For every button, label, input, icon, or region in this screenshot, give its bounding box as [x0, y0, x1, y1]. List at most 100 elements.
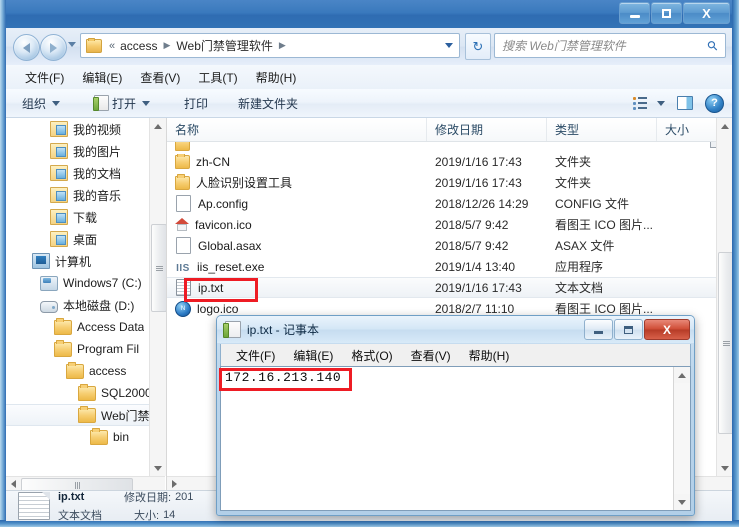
- table-row[interactable]: IIS iis_reset.exe 2019/1/4 13:40 应用程序: [167, 256, 716, 277]
- tree-item-local-disk-d[interactable]: 本地磁盘 (D:): [6, 294, 166, 316]
- menu-edit[interactable]: 编辑(E): [73, 66, 131, 89]
- file-date-cell: 2019/1/16 17:43: [435, 154, 522, 169]
- scroll-down-button[interactable]: [150, 460, 166, 476]
- search-box[interactable]: 搜索 Web门禁管理软件 ⚲: [494, 33, 726, 58]
- column-header-date[interactable]: 修改日期: [427, 118, 547, 141]
- table-row-partial[interactable]: [167, 142, 716, 151]
- menu-view[interactable]: 查看(V): [131, 66, 189, 89]
- notepad-close-button[interactable]: X: [644, 319, 690, 340]
- column-header-type[interactable]: 类型: [547, 118, 657, 141]
- tree-item-access-data[interactable]: Access Data: [6, 316, 166, 338]
- details-text-group: ip.txt 修改日期: 201 文本文档 大小: 14: [58, 489, 193, 521]
- table-row[interactable]: 人脸识别设置工具 2019/1/16 17:43 文件夹: [167, 172, 716, 193]
- tree-item-my-music[interactable]: 我的音乐: [6, 184, 166, 206]
- file-list-scrollbar[interactable]: [716, 118, 732, 476]
- minimize-icon: [629, 14, 640, 18]
- ico-house-icon: [175, 218, 189, 231]
- tree-item-program-files[interactable]: Program Fil: [6, 338, 166, 360]
- folder-icon: [175, 142, 190, 151]
- tree-item-computer[interactable]: 计算机: [6, 250, 166, 272]
- preview-pane-icon[interactable]: [677, 96, 693, 110]
- help-icon[interactable]: ?: [705, 93, 724, 113]
- new-folder-button[interactable]: 新建文件夹: [230, 92, 306, 115]
- table-row[interactable]: Global.asax 2018/5/7 9:42 ASAX 文件: [167, 235, 716, 256]
- tree-item-label: Windows7 (C:): [63, 276, 142, 290]
- file-type-cell: 应用程序: [555, 260, 604, 274]
- details-date-label: 修改日期:: [124, 492, 172, 504]
- back-button[interactable]: [13, 34, 40, 61]
- chevron-down-icon: [52, 100, 61, 106]
- forward-button[interactable]: [40, 34, 67, 61]
- breadcrumb-item-access[interactable]: access: [118, 39, 159, 53]
- notepad-menu-file[interactable]: 文件(F): [227, 345, 284, 366]
- details-size-value: 14: [163, 509, 176, 521]
- file-type-cell: 文本文档: [555, 281, 604, 295]
- notepad-title-bar[interactable]: ip.txt - 记事本 X: [217, 316, 694, 343]
- file-name-label: zh-CN: [196, 154, 231, 169]
- notepad-menu-view[interactable]: 查看(V): [402, 345, 460, 366]
- notepad-maximize-button[interactable]: [614, 319, 643, 340]
- tree-item-sql2000[interactable]: SQL2000: [6, 382, 166, 404]
- scroll-up-button[interactable]: [717, 118, 732, 134]
- breadcrumb-item-web[interactable]: Web门禁管理软件: [174, 37, 274, 54]
- tree-item-label: bin: [113, 430, 130, 444]
- scroll-down-button[interactable]: [674, 494, 690, 510]
- tree-item-my-pictures[interactable]: 我的图片: [6, 140, 166, 162]
- organize-button[interactable]: 组织: [14, 92, 68, 115]
- menu-tools[interactable]: 工具(T): [189, 66, 246, 89]
- notepad-text-area[interactable]: 172.16.213.140: [220, 366, 691, 511]
- close-button[interactable]: X: [683, 2, 730, 24]
- print-button[interactable]: 打印: [176, 92, 216, 115]
- library-music-icon: [50, 187, 68, 203]
- breadcrumb-chevron-right-icon-2[interactable]: ▶: [275, 40, 290, 51]
- tree-item-my-videos[interactable]: 我的视频: [6, 118, 166, 140]
- scroll-up-button[interactable]: [674, 367, 690, 383]
- iis-icon: IIS: [176, 262, 190, 274]
- notepad-menu-edit[interactable]: 编辑(E): [284, 345, 342, 366]
- breadcrumb-chevron-right-icon[interactable]: ▶: [159, 40, 174, 51]
- notepad-icon: [93, 95, 110, 111]
- recent-pages-chevron-down-icon[interactable]: [68, 42, 76, 47]
- address-bar[interactable]: « access ▶ Web门禁管理软件 ▶: [80, 33, 460, 58]
- column-header-name[interactable]: 名称: [167, 118, 427, 141]
- scrollbar-thumb[interactable]: [151, 224, 166, 312]
- file-name-cell: Ap.config: [167, 195, 427, 212]
- tree-item-my-documents[interactable]: 我的文档: [6, 162, 166, 184]
- maximize-button[interactable]: [651, 2, 682, 24]
- scroll-up-button[interactable]: [150, 118, 166, 134]
- menu-help[interactable]: 帮助(H): [247, 66, 306, 89]
- navigation-pane-scrollbar[interactable]: [149, 118, 166, 476]
- table-row[interactable]: Ap.config 2018/12/26 14:29 CONFIG 文件: [167, 193, 716, 214]
- table-row[interactable]: favicon.ico 2018/5/7 9:42 看图王 ICO 图片...: [167, 214, 716, 235]
- address-dropdown-chevron-down-icon[interactable]: [445, 43, 453, 48]
- scrollbar-thumb[interactable]: [718, 252, 732, 434]
- tree-item-web-access-software[interactable]: Web门禁: [6, 404, 166, 426]
- navigation-pane-hscrollbar[interactable]: [6, 476, 165, 490]
- change-view-icon[interactable]: [633, 97, 648, 110]
- file-type-cell: CONFIG 文件: [555, 197, 629, 211]
- menu-file[interactable]: 文件(F): [16, 66, 73, 89]
- notepad-minimize-button[interactable]: [584, 319, 613, 340]
- scroll-down-button[interactable]: [717, 460, 732, 476]
- table-row[interactable]: zh-CN 2019/1/16 17:43 文件夹: [167, 151, 716, 172]
- breadcrumb-overflow-icon[interactable]: «: [106, 40, 118, 52]
- notepad-scrollbar[interactable]: [673, 367, 690, 510]
- notepad-menu-format[interactable]: 格式(O): [342, 345, 401, 366]
- close-icon: X: [662, 322, 671, 337]
- tree-item-bin[interactable]: bin: [6, 426, 166, 448]
- table-row-ip-txt[interactable]: ip.txt 2019/1/16 17:43 文本文档: [167, 277, 716, 298]
- open-button[interactable]: 打开: [86, 92, 158, 115]
- tree-item-access[interactable]: access: [6, 360, 166, 382]
- tree-item-desktop[interactable]: 桌面: [6, 228, 166, 250]
- minimize-button[interactable]: [619, 2, 650, 24]
- file-name-cell: ip.txt: [167, 279, 427, 296]
- folder-icon: [90, 428, 108, 445]
- view-chevron-down-icon[interactable]: [657, 100, 665, 106]
- notepad-menu-help[interactable]: 帮助(H): [460, 345, 519, 366]
- scroll-left-button[interactable]: [6, 477, 20, 490]
- refresh-button[interactable]: ↻: [465, 33, 491, 60]
- tree-item-downloads[interactable]: 下载: [6, 206, 166, 228]
- column-header-size[interactable]: 大小: [657, 118, 716, 141]
- search-input[interactable]: 搜索 Web门禁管理软件: [502, 37, 708, 54]
- tree-item-windows7-c[interactable]: Windows7 (C:): [6, 272, 166, 294]
